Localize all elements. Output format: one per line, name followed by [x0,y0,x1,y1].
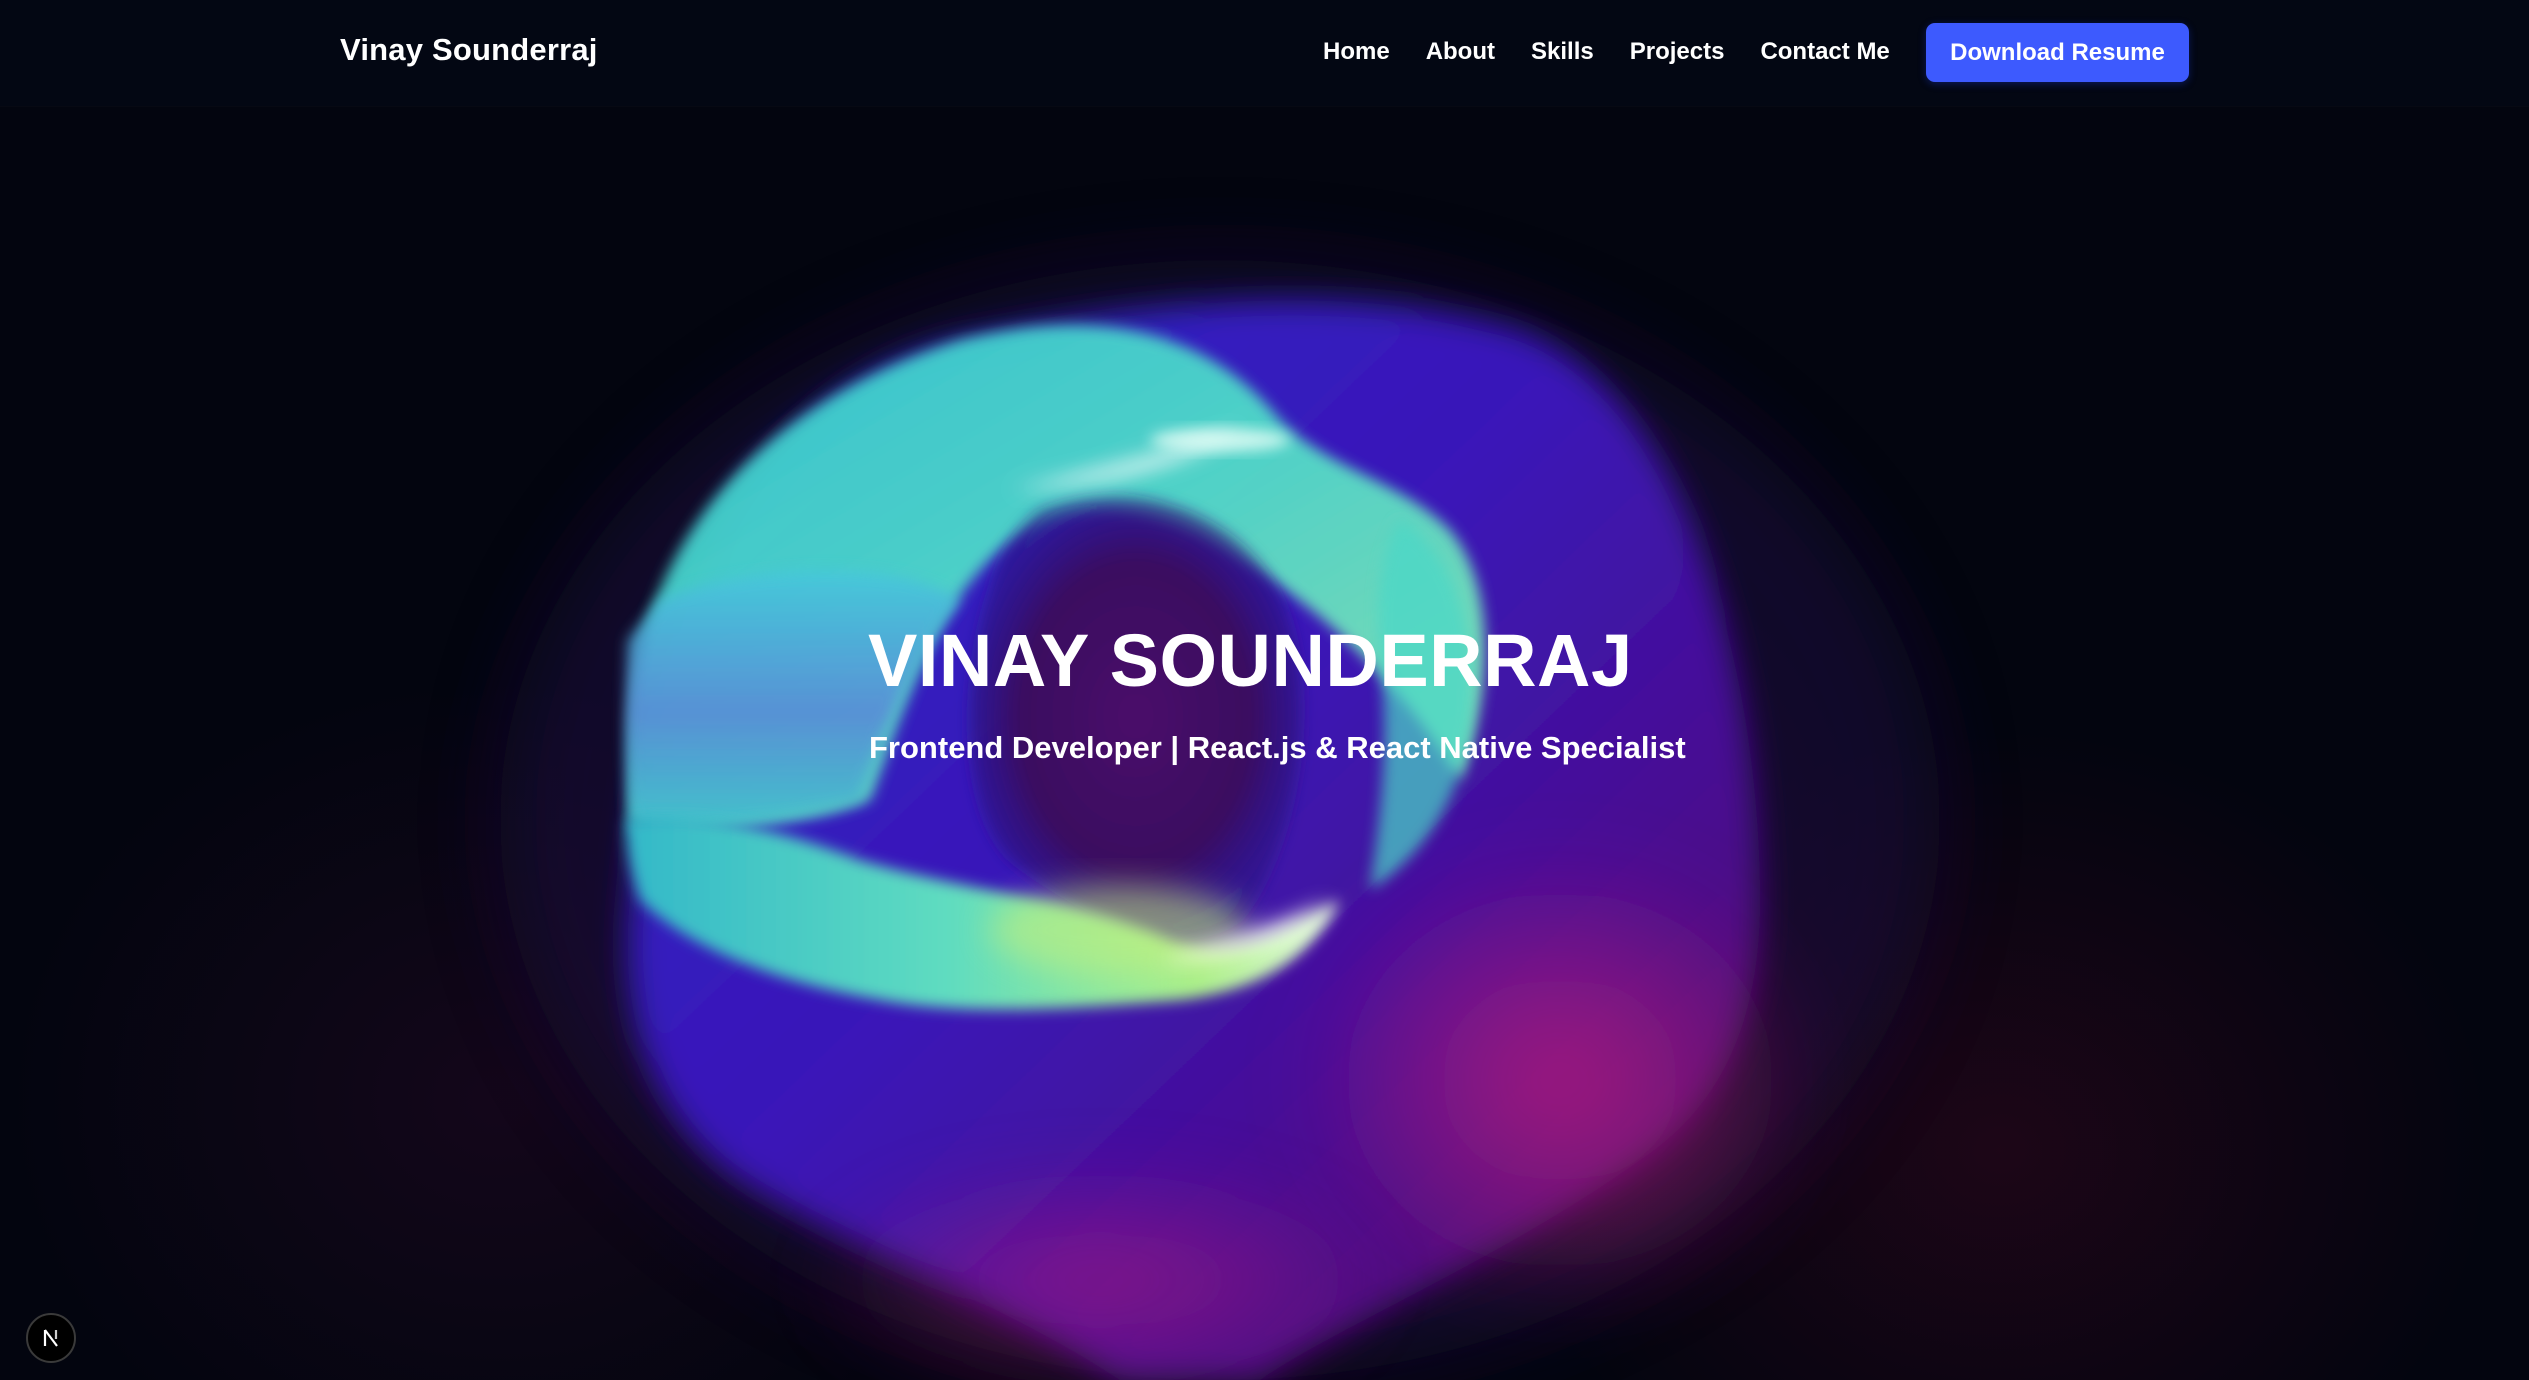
top-navbar: Vinay Sounderraj Home About Skills Proje… [0,0,2529,106]
page: Vinay Sounderraj Home About Skills Proje… [0,0,2529,1380]
hero-subtitle: Frontend Developer | React.js & React Na… [869,730,1686,765]
nav-link-home[interactable]: Home [1323,38,1390,66]
nav-links: Home About Skills Projects Contact Me [1323,38,1926,66]
nav-link-contact-me[interactable]: Contact Me [1760,38,1889,66]
nav-link-about[interactable]: About [1426,38,1495,66]
next-logo-icon [43,1329,58,1347]
next-dev-indicator-button[interactable] [26,1313,76,1363]
brand-name[interactable]: Vinay Sounderraj [340,32,598,68]
hero-title: VINAY SOUNDERRAJ [868,619,1633,702]
download-resume-button[interactable]: Download Resume [1926,23,2189,82]
nav-link-skills[interactable]: Skills [1531,38,1594,66]
nav-link-projects[interactable]: Projects [1630,38,1725,66]
